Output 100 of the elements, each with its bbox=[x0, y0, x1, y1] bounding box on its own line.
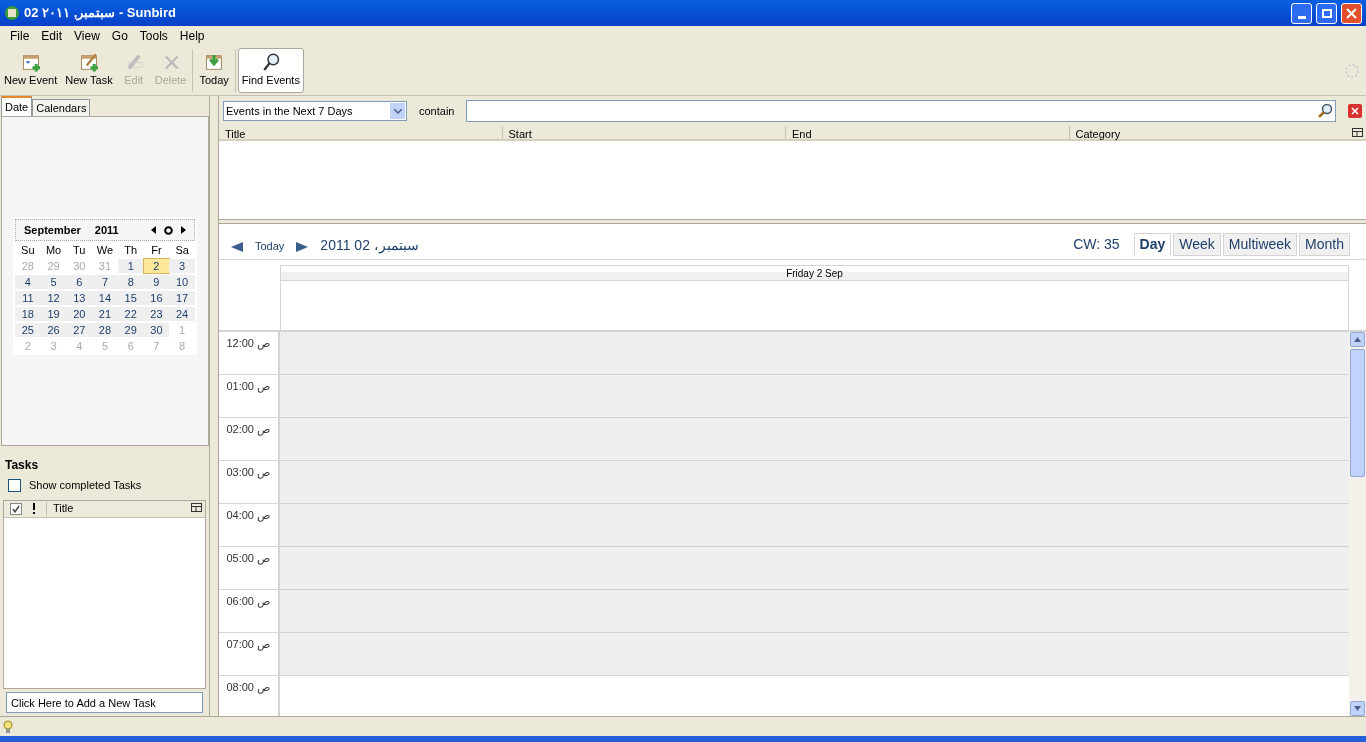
toolbar-button[interactable]: Today bbox=[195, 48, 233, 93]
show-completed-checkbox[interactable] bbox=[8, 478, 21, 492]
today-icon[interactable] bbox=[164, 225, 173, 235]
previous-day-icon[interactable] bbox=[231, 242, 243, 252]
weekday-label: Tu bbox=[72, 243, 87, 257]
day-cell[interactable]: 23 bbox=[143, 307, 170, 321]
restore-button[interactable] bbox=[1316, 2, 1337, 24]
scroll-up-icon bbox=[1354, 337, 1361, 342]
day-cell[interactable]: 24 bbox=[169, 307, 195, 321]
day-cell[interactable]: 21 bbox=[92, 307, 118, 321]
day-cell[interactable]: 17 bbox=[169, 291, 195, 305]
filter-dropdown[interactable]: Events in the Next 7 Days bbox=[223, 101, 407, 121]
column-header[interactable]: Title bbox=[219, 126, 502, 139]
day-cell[interactable]: 4 bbox=[15, 275, 41, 289]
weekday-label: Th bbox=[123, 243, 139, 257]
column-header[interactable]: End bbox=[785, 126, 1069, 139]
time-label: 01:00 ص bbox=[225, 379, 271, 395]
new-task-field[interactable]: Click Here to Add a New Task bbox=[6, 692, 203, 713]
menu-item[interactable]: View bbox=[68, 27, 106, 45]
weekday-label: Sa bbox=[174, 243, 190, 257]
menu-item[interactable]: File bbox=[4, 27, 36, 45]
column-header[interactable]: Start bbox=[501, 126, 785, 139]
column-picker-icon[interactable] bbox=[191, 503, 202, 514]
time-label: 03:00 ص bbox=[225, 465, 271, 481]
time-label: 04:00 ص bbox=[225, 508, 271, 524]
throbber-icon bbox=[1344, 62, 1360, 79]
vertical-scrollbar[interactable] bbox=[1349, 332, 1366, 716]
day-cell[interactable]: 26 bbox=[40, 323, 67, 337]
priority-column-icon[interactable] bbox=[32, 503, 36, 514]
close-icon bbox=[1346, 7, 1357, 19]
day-cell[interactable]: 11 bbox=[15, 291, 41, 305]
calendar-week: CW: 35 bbox=[1073, 235, 1120, 254]
column-picker-icon[interactable] bbox=[1352, 128, 1363, 139]
next-month-icon[interactable] bbox=[181, 226, 186, 234]
day-cell[interactable]: 10 bbox=[169, 275, 195, 289]
menu-item[interactable]: Tools bbox=[133, 27, 174, 45]
day-cell[interactable]: 14 bbox=[92, 291, 118, 305]
today-link[interactable]: Today bbox=[253, 237, 287, 254]
day-cell[interactable]: 30 bbox=[143, 323, 170, 337]
day-cell[interactable]: 15 bbox=[117, 291, 144, 305]
day-cell[interactable]: 5 bbox=[40, 275, 67, 289]
weekday-label: Fr bbox=[150, 243, 163, 257]
side-tab[interactable]: Date bbox=[1, 96, 33, 116]
time-label: 02:00 ص bbox=[225, 422, 271, 438]
day-cell[interactable]: 19 bbox=[40, 307, 67, 321]
date-heading: سبتمبر، 02 2011 bbox=[320, 236, 420, 256]
app-icon bbox=[4, 5, 20, 21]
time-label: 12:00 ص bbox=[225, 336, 271, 352]
day-cell[interactable]: 28 bbox=[92, 323, 118, 337]
lightbulb-icon bbox=[3, 719, 13, 734]
side-tab[interactable]: Calendars bbox=[32, 99, 91, 116]
time-label: 06:00 ص bbox=[225, 594, 271, 610]
day-cell[interactable]: 13 bbox=[66, 291, 93, 305]
day-cell[interactable]: 29 bbox=[117, 323, 144, 337]
minimize-button[interactable] bbox=[1291, 2, 1312, 24]
view-tab[interactable]: Multiweek bbox=[1222, 233, 1298, 256]
day-cell[interactable]: 1 bbox=[117, 259, 144, 273]
day-cell[interactable]: 8 bbox=[117, 275, 144, 289]
day-cell[interactable]: 2 bbox=[143, 259, 170, 273]
time-label: 08:00 ص bbox=[225, 680, 271, 696]
day-column-header: Friday 2 Sep bbox=[281, 265, 1348, 281]
previous-month-icon[interactable] bbox=[151, 226, 156, 234]
day-cell[interactable]: 16 bbox=[143, 291, 170, 305]
day-cell[interactable]: 18 bbox=[15, 307, 41, 321]
scroll-down-icon bbox=[1354, 706, 1361, 711]
toolbar-button[interactable]: New Task bbox=[61, 48, 117, 93]
day-cell[interactable]: 12 bbox=[40, 291, 67, 305]
menu-item[interactable]: Edit bbox=[35, 27, 69, 45]
time-label: 07:00 ص bbox=[225, 637, 271, 653]
day-cell[interactable]: 20 bbox=[66, 307, 93, 321]
day-cell[interactable]: 3 bbox=[169, 259, 195, 273]
day-cell[interactable]: 25 bbox=[15, 323, 41, 337]
view-tab[interactable]: Day bbox=[1133, 233, 1172, 256]
time-label: 05:00 ص bbox=[225, 551, 271, 567]
toolbar-button[interactable]: Find Events bbox=[237, 48, 304, 93]
close-button[interactable] bbox=[1341, 2, 1362, 24]
year-label: 2011 bbox=[94, 222, 120, 238]
weekday-label: We bbox=[95, 243, 115, 257]
next-day-icon[interactable] bbox=[296, 242, 309, 252]
contain-label: contain bbox=[419, 103, 455, 119]
tasks-heading: Tasks bbox=[4, 457, 40, 474]
toolbar-button[interactable]: New Event bbox=[0, 48, 62, 93]
view-tab[interactable]: Week bbox=[1173, 233, 1221, 256]
day-cell[interactable]: 7 bbox=[92, 275, 118, 289]
clear-button[interactable] bbox=[1348, 104, 1362, 118]
view-tab[interactable]: Month bbox=[1299, 233, 1350, 256]
search-field[interactable] bbox=[466, 100, 1336, 122]
menu-item[interactable]: Help bbox=[173, 27, 211, 45]
search-icon[interactable] bbox=[1317, 103, 1333, 119]
weekday-label: Mo bbox=[44, 243, 63, 257]
day-cell[interactable]: 27 bbox=[66, 323, 93, 337]
menu-item[interactable]: Go bbox=[105, 27, 134, 45]
checkbox-label: Show completed Tasks bbox=[29, 478, 142, 493]
completed-column-icon[interactable] bbox=[10, 502, 22, 515]
day-cell[interactable]: 6 bbox=[66, 275, 93, 289]
window-title: 02 سبتمبر, ٢٠١١ - Sunbird bbox=[24, 4, 177, 23]
day-cell[interactable]: 22 bbox=[117, 307, 144, 321]
column-header[interactable]: Category bbox=[1068, 126, 1352, 139]
day-cell[interactable]: 9 bbox=[143, 275, 170, 289]
weekday-label: Su bbox=[20, 243, 36, 257]
